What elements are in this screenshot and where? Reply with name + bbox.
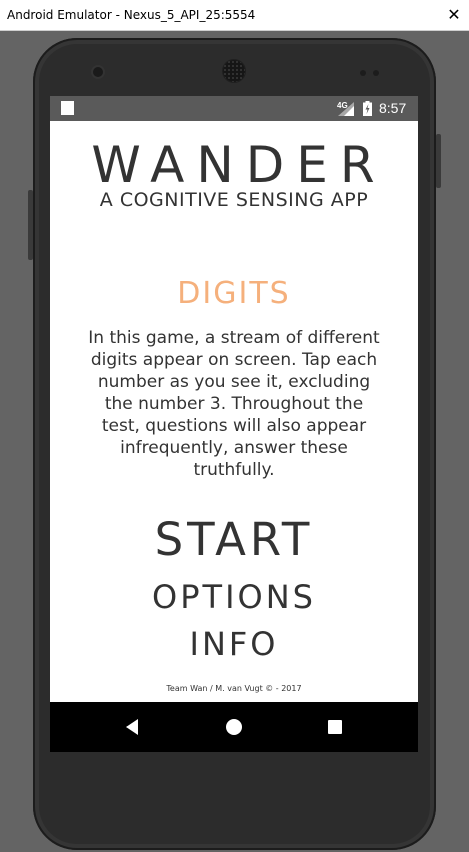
notification-icon (61, 101, 74, 115)
start-button[interactable]: START (134, 514, 334, 566)
back-icon[interactable] (120, 714, 146, 740)
recents-icon[interactable] (322, 714, 348, 740)
options-button[interactable]: OPTIONS (124, 577, 344, 617)
home-icon[interactable] (221, 714, 247, 740)
earpiece-speaker (223, 60, 245, 82)
front-camera (93, 67, 103, 77)
close-window-button[interactable]: ✕ (439, 0, 469, 30)
navigation-bar (50, 702, 418, 752)
app-title: WANDER (91, 136, 387, 194)
light-sensor (373, 70, 379, 76)
info-button[interactable]: INFO (164, 624, 304, 664)
status-bar: 4G 8:57 (50, 96, 418, 121)
battery-icon (363, 101, 372, 116)
app-subtitle: A COGNITIVE SENSING APP (99, 189, 369, 211)
device-screen: 4G 8:57 WANDER A COGNITIVE SENSING APP D… (50, 96, 418, 752)
status-time: 8:57 (379, 100, 407, 116)
window-title: Android Emulator - Nexus_5_API_25:5554 (7, 8, 256, 22)
power-button[interactable] (436, 134, 441, 188)
signal-icon (338, 102, 354, 116)
game-description: In this game, a stream of different digi… (88, 328, 380, 480)
credit-text: Team Wan / M. van Vugt © - 2017 (166, 684, 302, 693)
proximity-sensor (360, 70, 366, 76)
game-title: DIGITS (177, 276, 291, 311)
emulator-title-bar: Android Emulator - Nexus_5_API_25:5554 ✕ (0, 0, 469, 31)
